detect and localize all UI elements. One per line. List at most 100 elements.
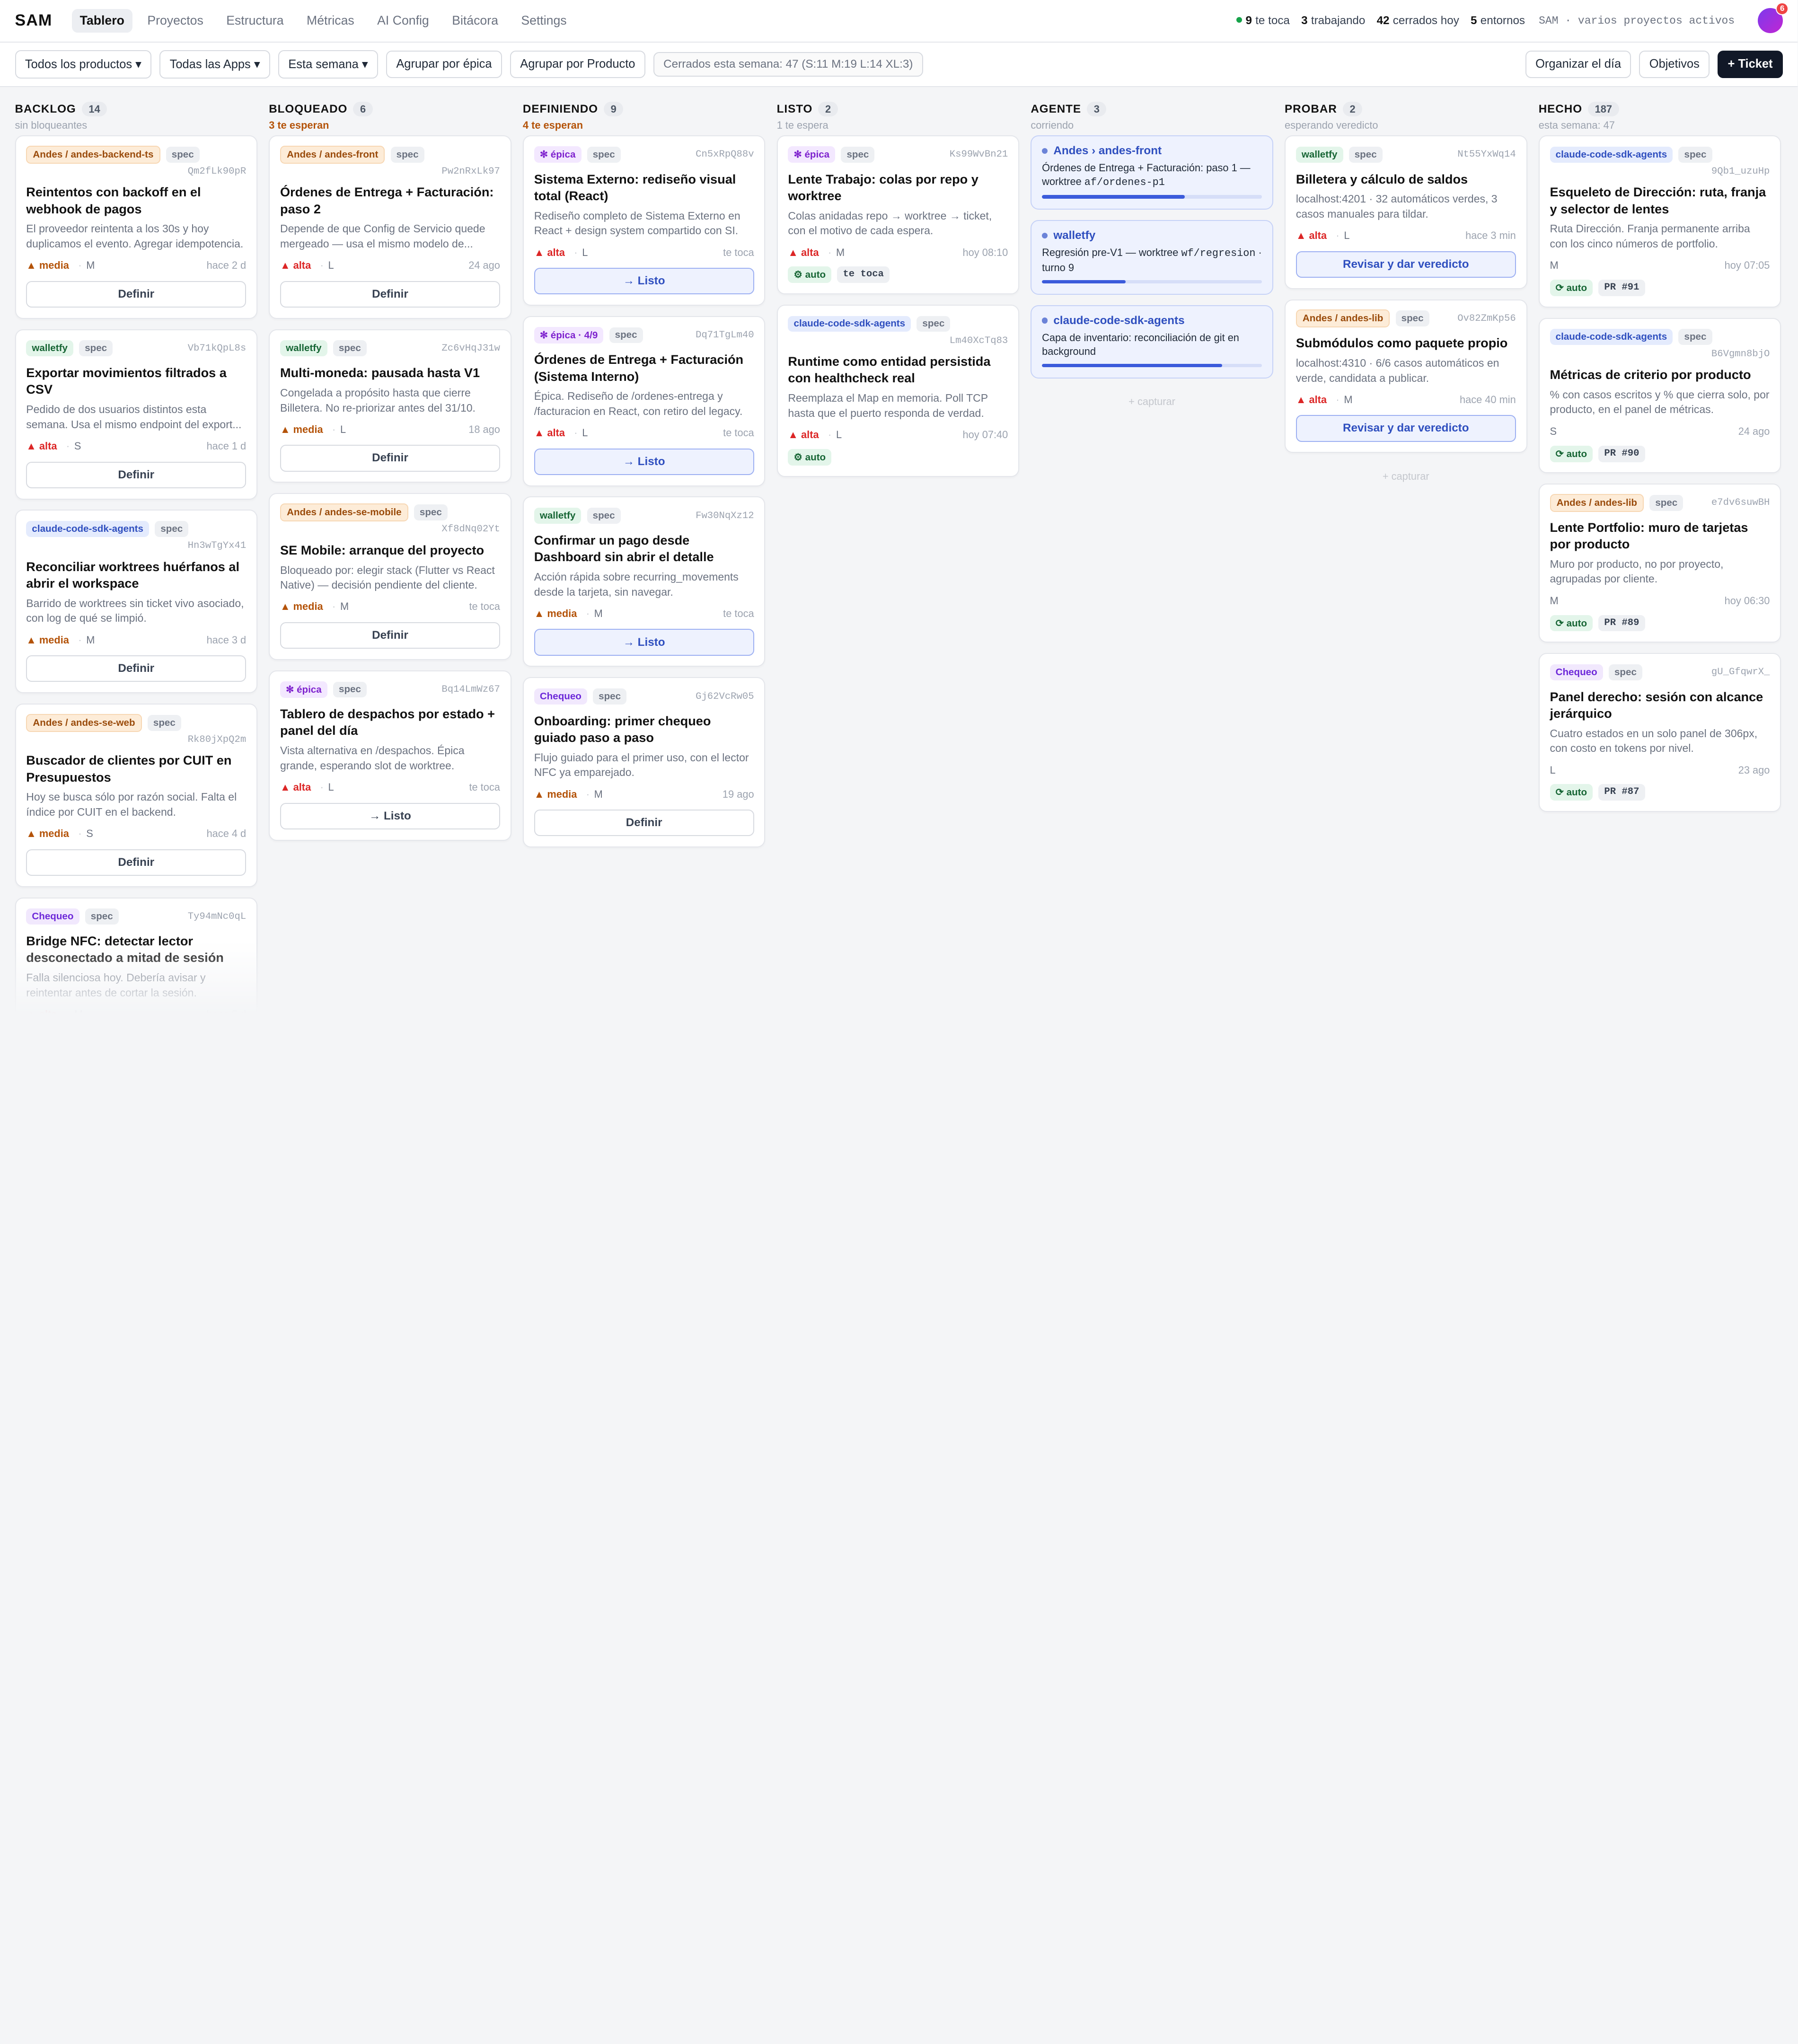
stat-entornos[interactable]: 5 entornos [1471,14,1525,27]
ticket-title[interactable]: Lente Portfolio: muro de tarjetas por pr… [1550,519,1770,552]
move-to-listo-button[interactable]: → Listo [534,267,754,295]
project-tag[interactable]: Andes / andes-front [280,145,385,164]
project-tag[interactable]: claude-code-sdk-agents [788,316,911,332]
stat-cerrados[interactable]: 42 cerrados hoy [1377,14,1459,27]
nav-bitacora[interactable]: Bitácora [444,9,506,33]
project-tag[interactable]: ✻ épica [280,681,327,698]
ticket-card[interactable]: Andes / andes-se-web spec Rk80jXpQ2m Buscad… [15,703,257,887]
define-button[interactable]: Definir [26,281,247,308]
ticket-title[interactable]: Métricas de criterio por producto [1550,366,1770,383]
nav-settings[interactable]: Settings [513,9,574,33]
nav-estructura[interactable]: Estructura [218,9,291,33]
ticket-title[interactable]: Multi-moneda: pausada hasta V1 [280,364,500,381]
nav-ai-config[interactable]: AI Config [369,9,437,33]
ticket-title[interactable]: Onboarding: primer chequeo guiado paso a… [534,713,754,746]
ticket-title[interactable]: SE Mobile: arranque del proyecto [280,542,500,558]
ticket-card[interactable]: ✻ épica spec Bq14LmWz67 Tablero de despacho… [269,670,511,841]
review-verdict-button[interactable]: Revisar y dar veredicto [1296,415,1516,442]
ticket-title[interactable]: Buscador de clientes por CUIT en Presupu… [26,752,246,785]
ticket-card[interactable]: Andes / andes-backend-ts spec Qm2fLk90pR Re… [15,135,257,319]
ticket-title[interactable]: Panel derecho: sesión con alcance jerárq… [1550,688,1770,722]
project-tag[interactable]: walletfy [1296,146,1343,163]
ticket-card[interactable]: ✻ épica · 4/9 spec Dq71TgLm40 Órdenes de En… [522,316,766,486]
ticket-card[interactable]: walletfy spec Vb71kQpL8s Exportar movimient… [15,329,257,500]
review-verdict-button[interactable]: Revisar y dar veredicto [1296,251,1516,278]
filter-week-dropdown[interactable]: Esta semana ▾ [278,50,378,79]
project-tag[interactable]: Andes / andes-se-mobile [280,503,408,521]
ticket-title[interactable]: Bridge NFC: detectar lector desconectado… [26,933,246,966]
ticket-card[interactable]: Andes / andes-front spec Pw2nRxLk97 Órdenes… [269,135,511,319]
project-tag[interactable]: Andes / andes-lib [1296,309,1390,328]
project-tag[interactable]: ✻ épica · 4/9 [534,327,604,344]
ticket-title[interactable]: Esqueleto de Dirección: ruta, franja y s… [1550,184,1770,217]
ticket-title[interactable]: Reintentos con backoff en el webhook de … [26,184,246,217]
nav-metricas[interactable]: Métricas [299,9,362,33]
ticket-card[interactable]: claude-code-sdk-agents spec Hn3wTgYx41 Reco… [15,510,257,694]
project-tag[interactable]: Chequeo [534,688,587,705]
project-tag[interactable]: Chequeo [26,908,79,925]
stat-trabajando[interactable]: 3 trabajando [1301,14,1365,27]
project-tag[interactable]: Andes / andes-backend-ts [26,145,160,164]
ticket-title[interactable]: Billetera y cálculo de saldos [1296,171,1516,187]
ticket-card[interactable]: Chequeo spec Gj62VcRw05 Onboarding: primer … [522,677,766,848]
group-by-product-button[interactable]: Agrupar por Producto [510,51,645,78]
pr-badge[interactable]: PR #87 [1598,784,1645,801]
ticket-card[interactable]: walletfy spec Zc6vHqJ31w Multi-moneda: paus… [269,329,511,483]
ticket-title[interactable]: Exportar movimientos filtrados a CSV [26,364,246,397]
ticket-card[interactable]: claude-code-sdk-agents spec B6Vgmn8bjO Métr… [1538,317,1781,474]
project-tag[interactable]: claude-code-sdk-agents [26,521,150,537]
new-ticket-button[interactable]: + Ticket [1718,51,1783,78]
ticket-card[interactable]: Andes / andes-lib spec e7dv6suwBH Lente Por… [1538,484,1781,643]
agent-card[interactable]: claude-code-sdk-agents Capa de inventario… [1031,305,1273,379]
project-tag[interactable]: claude-code-sdk-agents [1550,329,1673,345]
move-to-listo-button[interactable]: → Listo [280,802,500,829]
capture-button[interactable]: + capturar [1285,463,1527,489]
app-logo[interactable]: SAM [15,11,53,30]
ticket-title[interactable]: Runtime como entidad persistida con heal… [788,353,1008,386]
define-button[interactable]: Definir [280,281,500,308]
project-tag[interactable]: ✻ épica [788,146,836,163]
ticket-card[interactable]: ✻ épica spec Ks99WvBn21 Lente Trabajo: cola… [776,135,1020,294]
define-button[interactable]: Definir [280,445,500,472]
project-tag[interactable]: Andes / andes-lib [1550,494,1644,512]
define-button[interactable]: Definir [26,655,247,682]
project-tag[interactable]: Chequeo [1550,664,1603,680]
agent-card[interactable]: Andes › andes-front Órdenes de Entrega + … [1031,135,1273,210]
move-to-listo-button[interactable]: → Listo [534,448,754,475]
nav-proyectos[interactable]: Proyectos [139,9,211,33]
define-button[interactable]: Definir [534,810,754,837]
pr-badge[interactable]: PR #90 [1598,445,1645,462]
ticket-card[interactable]: walletfy spec Fw30NqXz12 Confirmar un pago … [522,496,766,667]
project-tag[interactable]: claude-code-sdk-agents [1550,146,1673,163]
ticket-title[interactable]: Lente Trabajo: colas por repo y worktree [788,171,1008,204]
capture-button[interactable]: + capturar [1031,389,1273,415]
goals-button[interactable]: Objetivos [1639,51,1710,78]
ticket-card[interactable]: walletfy spec Nt55YxWq14 Billetera y cálcul… [1285,135,1527,289]
move-to-listo-button[interactable]: → Listo [534,629,754,656]
project-tag[interactable]: walletfy [26,340,73,357]
ticket-title[interactable]: Órdenes de Entrega + Facturación: paso 2 [280,184,500,217]
ticket-title[interactable]: Reconciliar worktrees huérfanos al abrir… [26,558,246,591]
project-tag[interactable]: ✻ épica [534,146,582,163]
user-avatar[interactable]: 6 [1757,2,1789,34]
define-button[interactable]: Definir [26,461,247,488]
project-tag[interactable]: walletfy [280,340,327,357]
ticket-title[interactable]: Submódulos como paquete propio [1296,335,1516,351]
filter-apps-dropdown[interactable]: Todas las Apps ▾ [159,50,270,79]
define-button[interactable]: Definir [280,622,500,649]
ticket-card[interactable]: Andes / andes-lib spec Ov82ZmKp56 Submódulo… [1285,299,1527,453]
ticket-title[interactable]: Confirmar un pago desde Dashboard sin ab… [534,532,754,565]
stat-te-toca[interactable]: 9 te toca [1236,14,1290,27]
ticket-card[interactable]: ✻ épica spec Cn5xRpQ88v Sistema Externo: re… [522,135,766,306]
ticket-card[interactable]: Chequeo spec Ty94mNc0qL Bridge NFC: detecta… [15,897,257,1022]
pr-badge[interactable]: PR #91 [1598,280,1645,296]
ticket-title[interactable]: Tablero de despachos por estado + panel … [280,705,500,739]
ticket-card[interactable]: Andes / andes-se-mobile spec Xf8dNq02Yt SE … [269,493,511,660]
ticket-card[interactable]: Chequeo spec gU_GfqwrX_ Panel derecho: sesi… [1538,652,1781,812]
ticket-card[interactable]: claude-code-sdk-agents spec Lm40XcTq83 Runt… [776,304,1020,477]
agent-card[interactable]: walletfy Regresión pre-V1 — worktree wf/r… [1031,220,1273,295]
ticket-title[interactable]: Órdenes de Entrega + Facturación (Sistem… [534,351,754,384]
project-tag[interactable]: Andes / andes-se-web [26,714,142,732]
nav-tablero[interactable]: Tablero [71,9,132,33]
organize-day-button[interactable]: Organizar el día [1525,51,1631,78]
